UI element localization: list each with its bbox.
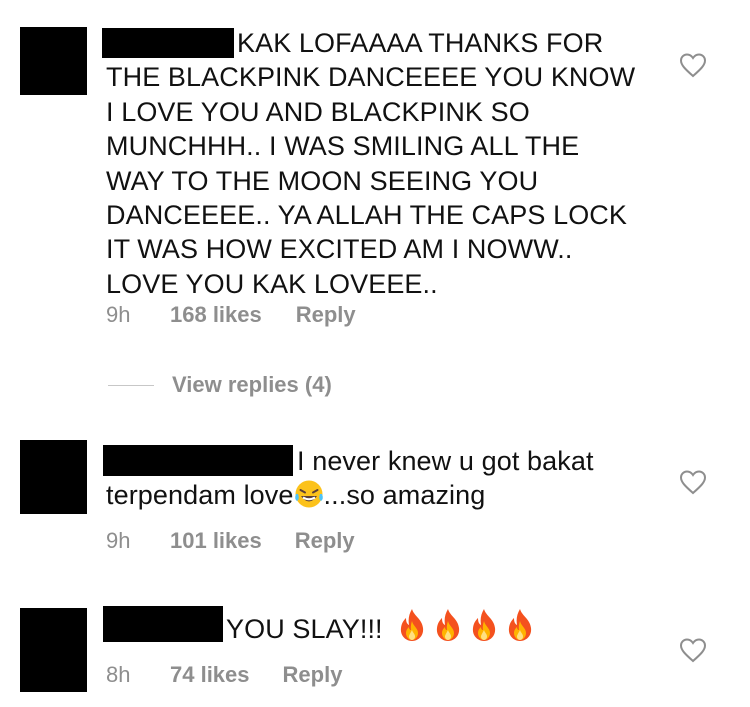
comment-line: terpendam love ...so amazing xyxy=(106,478,594,512)
comment-line: KAK LOFAAAA THANKS FOR xyxy=(237,28,604,58)
comment-line: LOVE YOU KAK LOVEEE.. xyxy=(106,268,438,299)
likes-count-link[interactable]: 168 likes xyxy=(170,302,262,328)
like-heart-icon[interactable] xyxy=(679,637,707,663)
avatar[interactable] xyxy=(20,440,87,514)
comment-meta: 8h 74 likes Reply xyxy=(106,662,342,688)
comment-timestamp: 8h xyxy=(106,662,131,687)
comment-text: YOU SLAY!!! xyxy=(226,608,535,646)
likes-count-link[interactable]: 74 likes xyxy=(170,662,250,688)
reply-button[interactable]: Reply xyxy=(295,528,355,554)
avatar[interactable] xyxy=(20,608,87,692)
face-with-tears-of-joy-icon xyxy=(294,480,323,508)
comment-line: DANCEEEE.. YA ALLAH THE CAPS LOCK xyxy=(106,200,628,231)
like-heart-icon[interactable] xyxy=(679,469,707,495)
avatar[interactable] xyxy=(20,27,87,95)
fire-icon xyxy=(433,608,463,642)
comment-meta: 9h 101 likes Reply xyxy=(106,528,355,554)
view-replies-button[interactable]: View replies (4) xyxy=(108,372,332,398)
fire-icon xyxy=(397,608,427,642)
comment-line: IT WAS HOW EXCITED AM I NOWW.. xyxy=(106,234,573,265)
reply-button[interactable]: Reply xyxy=(296,302,356,328)
comment-text: KAK LOFAAAA THANKS FOR THE BLACKPINK DAN… xyxy=(106,26,635,301)
comment-text-segment: ...so amazing xyxy=(323,480,486,511)
comment-text: I never knew u got bakat terpendam love … xyxy=(106,444,594,513)
comment-meta: 9h 168 likes Reply xyxy=(106,302,356,328)
likes-count-link[interactable]: 101 likes xyxy=(170,528,262,554)
fire-icon xyxy=(505,608,535,642)
comment-timestamp: 9h xyxy=(106,528,131,553)
comment-text-segment: terpendam love xyxy=(106,480,294,511)
reply-button[interactable]: Reply xyxy=(283,662,343,688)
redacted-username[interactable] xyxy=(103,606,223,642)
comment-line: THE BLACKPINK DANCEEEE YOU KNOW xyxy=(106,62,636,93)
view-replies-label: View replies (4) xyxy=(172,372,332,397)
fire-icon xyxy=(469,608,499,642)
comment-timestamp: 9h xyxy=(106,302,131,327)
comment-line: WAY TO THE MOON SEEING YOU xyxy=(106,165,539,196)
replies-divider xyxy=(108,384,154,386)
like-heart-icon[interactable] xyxy=(679,52,707,78)
comment-line: I LOVE YOU AND BLACKPINK SO xyxy=(106,96,530,127)
comment-line: MUNCHHH.. I WAS SMILING ALL THE xyxy=(106,131,580,162)
comment-text-segment: YOU SLAY!!! xyxy=(226,614,383,644)
comment-line: I never knew u got bakat xyxy=(297,446,594,476)
